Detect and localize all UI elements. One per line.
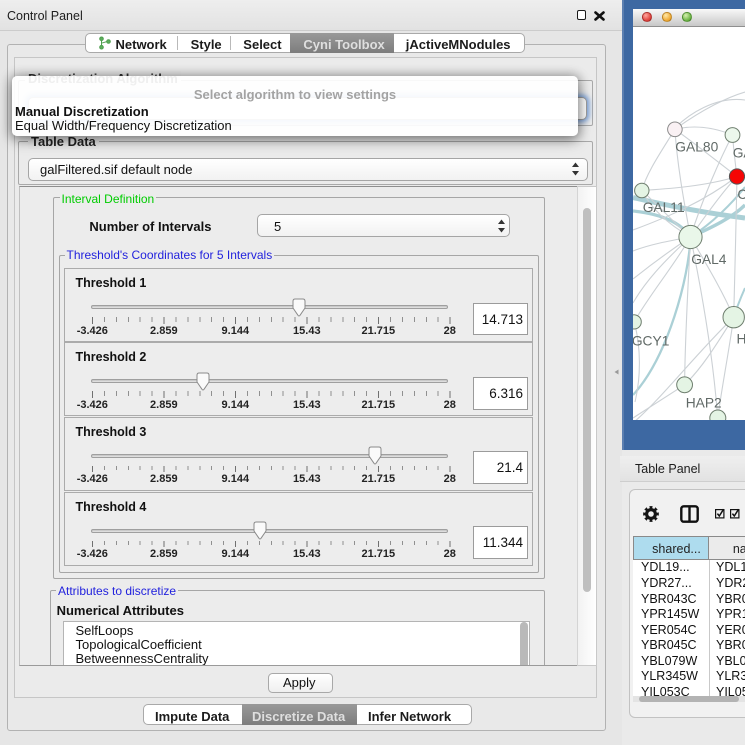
svg-text:GAL80: GAL80 — [675, 140, 718, 155]
svg-text:GA: GA — [733, 146, 745, 161]
svg-text:HAP2: HAP2 — [686, 396, 722, 411]
svg-text:CR: CR — [737, 187, 745, 202]
svg-text:GAL11: GAL11 — [643, 200, 685, 215]
svg-text:GCY1: GCY1 — [633, 334, 669, 349]
svg-text:GAL4: GAL4 — [691, 252, 727, 267]
svg-text:HA: HA — [737, 332, 745, 347]
